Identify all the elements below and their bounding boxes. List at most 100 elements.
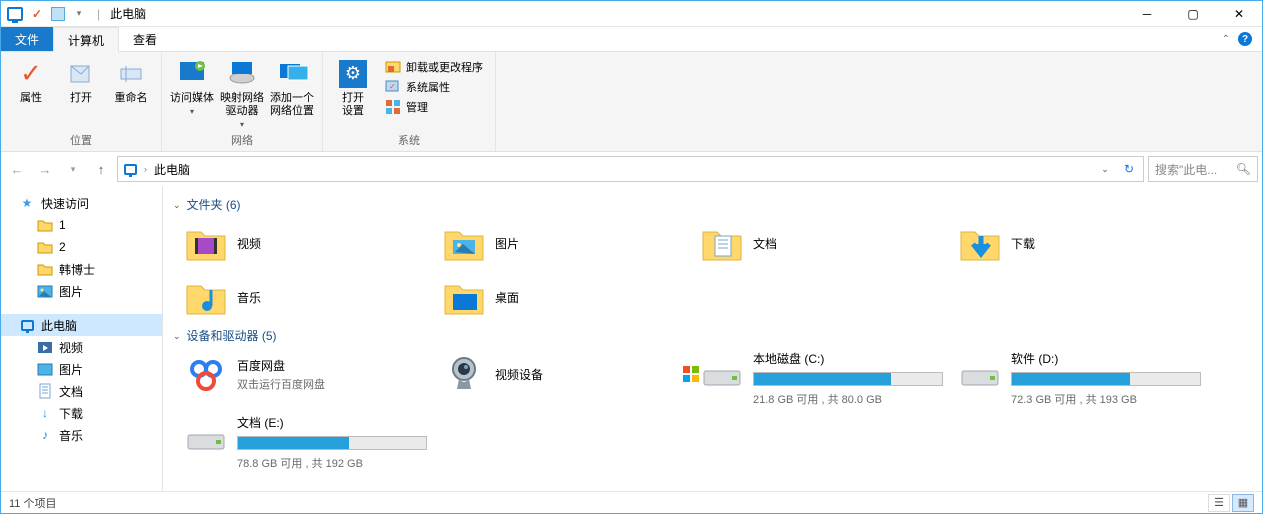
sidebar: ★快速访问 1 2 韩博士 图片 此电脑 视频 图片 文档 ↓下载 ♪音乐 xyxy=(1,186,163,491)
drive-item-baidu[interactable]: 百度网盘双击运行百度网盘 xyxy=(185,350,435,398)
camera-icon xyxy=(443,353,485,395)
details-view-button[interactable]: ☰ xyxy=(1208,494,1230,512)
drive-item[interactable]: 软件 (D:)72.3 GB 可用 , 共 193 GB xyxy=(959,350,1209,408)
drive-usage-bar xyxy=(1011,372,1201,386)
add-network-location-button[interactable]: 添加一个 网络位置 xyxy=(268,56,316,120)
drive-label: 视频设备 xyxy=(495,366,543,383)
sidebar-item-music[interactable]: ♪音乐 xyxy=(1,424,162,446)
folder-item[interactable]: 图片 xyxy=(443,219,693,267)
drive-item[interactable]: 本地磁盘 (C:)21.8 GB 可用 , 共 80.0 GB xyxy=(701,350,951,408)
sidebar-item-2[interactable]: 2 xyxy=(1,236,162,258)
ribbon-tabs: 文件 计算机 查看 ⌃ ? xyxy=(1,27,1262,52)
folder-label: 视频 xyxy=(237,235,261,252)
back-button[interactable]: ← xyxy=(5,157,29,181)
drive-label: 百度网盘 xyxy=(237,357,435,374)
music-icon: ♪ xyxy=(37,427,53,443)
drive-icon xyxy=(959,356,1001,398)
help-icon[interactable]: ? xyxy=(1238,32,1252,46)
address-bar[interactable]: › 此电脑 ⌄ ↻ xyxy=(117,156,1144,182)
qat-dropdown-icon[interactable]: ▾ xyxy=(71,6,87,22)
address-dropdown-icon[interactable]: ⌄ xyxy=(1095,164,1115,175)
close-button[interactable]: ✕ xyxy=(1216,1,1262,27)
sidebar-item-documents[interactable]: 文档 xyxy=(1,380,162,402)
ribbon-group-system: ⚙打开 设置 卸载或更改程序 ✓系统属性 管理 系统 xyxy=(323,52,496,151)
drive-usage-text: 72.3 GB 可用 , 共 193 GB xyxy=(1011,391,1209,407)
open-settings-button[interactable]: ⚙打开 设置 xyxy=(329,56,377,120)
folder-icon xyxy=(37,239,53,255)
folder-label: 图片 xyxy=(495,235,519,252)
manage-button[interactable]: 管理 xyxy=(383,98,485,116)
drive-icon xyxy=(185,420,227,462)
ribbon-group-location: ✓属性 打开 重命名 位置 xyxy=(1,52,162,151)
breadcrumb[interactable]: 此电脑 xyxy=(151,159,193,180)
refresh-button[interactable]: ↻ xyxy=(1117,162,1141,176)
group-header-folders[interactable]: ⌄文件夹 (6) xyxy=(173,196,1248,213)
folder-item[interactable]: 音乐 xyxy=(185,273,435,321)
pictures-icon xyxy=(37,361,53,377)
breadcrumb-arrow-icon[interactable]: › xyxy=(142,164,149,174)
sidebar-this-pc[interactable]: 此电脑 xyxy=(1,314,162,336)
sidebar-item-downloads[interactable]: ↓下载 xyxy=(1,402,162,424)
folder-icon xyxy=(443,276,485,318)
sidebar-item-hanboshi[interactable]: 韩博士 xyxy=(1,258,162,280)
drive-usage-text: 78.8 GB 可用 , 共 192 GB xyxy=(237,455,435,471)
search-placeholder: 搜索"此电... xyxy=(1155,161,1232,178)
sidebar-item-pictures[interactable]: 图片 xyxy=(1,358,162,380)
folder-icon xyxy=(701,222,743,264)
tab-view[interactable]: 查看 xyxy=(119,27,171,51)
folder-item[interactable]: 文档 xyxy=(701,219,951,267)
access-media-button[interactable]: 访问媒体▾ xyxy=(168,56,216,119)
folder-icon xyxy=(37,217,53,233)
tab-computer[interactable]: 计算机 xyxy=(53,27,119,52)
window-title: 此电脑 xyxy=(104,5,152,22)
sidebar-item-videos[interactable]: 视频 xyxy=(1,336,162,358)
minimize-button[interactable]: ─ xyxy=(1124,1,1170,27)
recent-locations-button[interactable]: ▾ xyxy=(61,157,85,181)
up-button[interactable]: ↑ xyxy=(89,157,113,181)
group-label-network: 网络 xyxy=(231,132,253,151)
drive-icon xyxy=(701,356,743,398)
sidebar-item-1[interactable]: 1 xyxy=(1,214,162,236)
navigation-bar: ← → ▾ ↑ › 此电脑 ⌄ ↻ 搜索"此电... 🔍︎ xyxy=(1,152,1262,186)
drive-item[interactable]: 文档 (E:)78.8 GB 可用 , 共 192 GB xyxy=(185,414,435,472)
forward-button[interactable]: → xyxy=(33,157,57,181)
ribbon-collapse-icon[interactable]: ⌃ xyxy=(1222,34,1230,45)
drive-usage-text: 21.8 GB 可用 , 共 80.0 GB xyxy=(753,391,951,407)
drive-usage-bar xyxy=(753,372,943,386)
folder-item[interactable]: 视频 xyxy=(185,219,435,267)
open-button[interactable]: 打开 xyxy=(57,56,105,107)
folder-label: 音乐 xyxy=(237,289,261,306)
maximize-button[interactable]: ▢ xyxy=(1170,1,1216,27)
qat-this-pc-icon[interactable] xyxy=(7,6,23,22)
content-pane: ⌄文件夹 (6) 视频 图片 文档下载音乐 桌面 ⌄设备和驱动器 (5) 百度网盘双击… xyxy=(163,186,1262,491)
group-header-devices[interactable]: ⌄设备和驱动器 (5) xyxy=(173,327,1248,344)
rename-button[interactable]: 重命名 xyxy=(107,56,155,107)
folder-item[interactable]: 下载 xyxy=(959,219,1209,267)
group-label-system: 系统 xyxy=(398,132,420,151)
ribbon-group-network: 访问媒体▾ 映射网络 驱动器▾ 添加一个 网络位置 网络 xyxy=(162,52,323,151)
qat-new-folder-icon[interactable] xyxy=(51,7,65,21)
folder-icon xyxy=(959,222,1001,264)
search-input[interactable]: 搜索"此电... 🔍︎ xyxy=(1148,156,1258,182)
folder-icon xyxy=(185,222,227,264)
folder-icon xyxy=(185,276,227,318)
drive-item-video-device[interactable]: 视频设备 xyxy=(443,350,693,398)
folder-item[interactable]: 桌面 xyxy=(443,273,693,321)
tab-file[interactable]: 文件 xyxy=(1,27,53,51)
drive-usage-bar xyxy=(237,436,427,450)
pictures-icon xyxy=(37,283,53,299)
status-text: 11 个项目 xyxy=(9,495,56,511)
address-icon xyxy=(120,164,140,175)
qat-properties-icon[interactable]: ✓ xyxy=(29,6,45,22)
large-icons-view-button[interactable]: ▦ xyxy=(1232,494,1254,512)
chevron-down-icon: ⌄ xyxy=(173,200,181,211)
map-drive-button[interactable]: 映射网络 驱动器▾ xyxy=(218,56,266,132)
status-bar: 11 个项目 ☰ ▦ xyxy=(1,491,1262,513)
uninstall-programs-button[interactable]: 卸载或更改程序 xyxy=(383,58,485,76)
system-properties-button[interactable]: ✓系统属性 xyxy=(383,78,485,96)
sidebar-quick-access[interactable]: ★快速访问 xyxy=(1,192,162,214)
properties-button[interactable]: ✓属性 xyxy=(7,56,55,107)
sidebar-item-pictures[interactable]: 图片 xyxy=(1,280,162,302)
this-pc-icon xyxy=(19,317,35,333)
title-separator: | xyxy=(93,7,104,21)
